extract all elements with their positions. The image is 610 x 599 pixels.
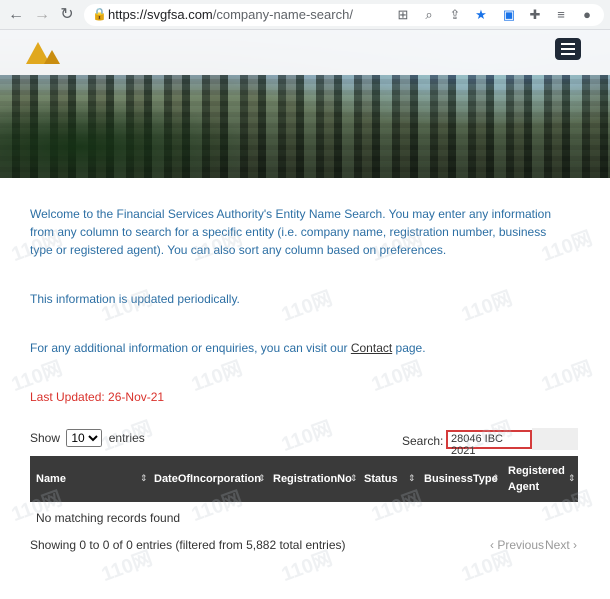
watermark-text: 110网 — [278, 417, 336, 457]
table-header: Name ⇕ DateOfIncorporation ⇕ Registratio… — [30, 456, 578, 502]
watermark-text: 110网 — [368, 357, 426, 397]
browser-toolbar: ← → ↻ 🔒 https://svgfsa.com/company-name-… — [0, 0, 610, 30]
zoom-icon[interactable]: ⌕ — [420, 6, 438, 24]
puzzle-icon[interactable]: ✚ — [526, 6, 544, 24]
search-field-bg — [532, 428, 578, 450]
address-bar[interactable]: 🔒 https://svgfsa.com/company-name-search… — [84, 4, 604, 26]
contact-text: For any additional information or enquir… — [30, 341, 426, 355]
watermark-text: 110网 — [538, 357, 596, 397]
hero-banner — [0, 30, 610, 178]
sort-icon[interactable]: ⇕ — [350, 473, 358, 484]
url-text: https://svgfsa.com/company-name-search/ — [108, 7, 353, 22]
last-updated: Last Updated: 26-Nov-21 — [30, 390, 165, 404]
welcome-text: Welcome to the Financial Services Author… — [30, 207, 551, 257]
entries-select[interactable]: 10 — [66, 429, 103, 447]
watermark-text: 110网 — [188, 357, 246, 397]
share-icon[interactable]: ⇪ — [446, 6, 464, 24]
town-image-foliage — [0, 100, 260, 178]
next-icon: › — [569, 538, 578, 552]
reload-icon[interactable]: ↻ — [57, 5, 77, 25]
table-info: Showing 0 to 0 of 0 entries (filtered fr… — [30, 538, 346, 552]
menu-button[interactable] — [555, 38, 581, 60]
search-label: Search: — [402, 434, 444, 448]
sort-icon[interactable]: ⇕ — [492, 473, 500, 484]
star-icon[interactable]: ★ — [472, 6, 490, 24]
back-icon[interactable]: ← — [6, 5, 26, 25]
menu-icon-bar — [561, 53, 575, 55]
column-registration-no[interactable]: RegistrationNo — [273, 456, 359, 502]
sort-icon[interactable]: ⇕ — [258, 473, 266, 484]
menu-icon-bar — [561, 43, 575, 45]
translate-icon[interactable]: ⊞ — [394, 6, 412, 24]
logo-accent — [44, 50, 60, 64]
reading-list-icon[interactable]: ≡ — [552, 6, 570, 24]
update-note: This information is updated periodically… — [30, 292, 240, 306]
length-control: Show 10 entries — [30, 429, 145, 447]
forward-icon[interactable]: → — [32, 5, 52, 25]
column-status[interactable]: Status — [364, 456, 414, 502]
previous-button[interactable]: ‹ Previous — [490, 538, 544, 552]
column-name[interactable]: Name — [36, 456, 146, 502]
column-date-of-incorporation[interactable]: DateOfIncorporation — [154, 456, 266, 502]
empty-message: No matching records found — [36, 511, 181, 525]
sort-icon[interactable]: ⇕ — [140, 473, 148, 484]
search-input[interactable]: 28046 IBC 2021 — [446, 430, 532, 457]
lock-icon: 🔒 — [92, 7, 107, 21]
column-registered-agent[interactable]: Registered Agent — [508, 456, 565, 502]
next-button[interactable]: Next › — [545, 538, 577, 552]
extension-s-icon[interactable]: ▣ — [500, 6, 518, 24]
header-band — [0, 30, 610, 75]
sort-icon[interactable]: ⇕ — [568, 473, 576, 484]
contact-link[interactable]: Contact — [351, 341, 392, 355]
column-business-type[interactable]: BusinessType — [424, 456, 498, 502]
sort-icon[interactable]: ⇕ — [408, 473, 416, 484]
menu-icon-bar — [561, 48, 575, 50]
profile-icon[interactable]: ● — [578, 6, 596, 24]
